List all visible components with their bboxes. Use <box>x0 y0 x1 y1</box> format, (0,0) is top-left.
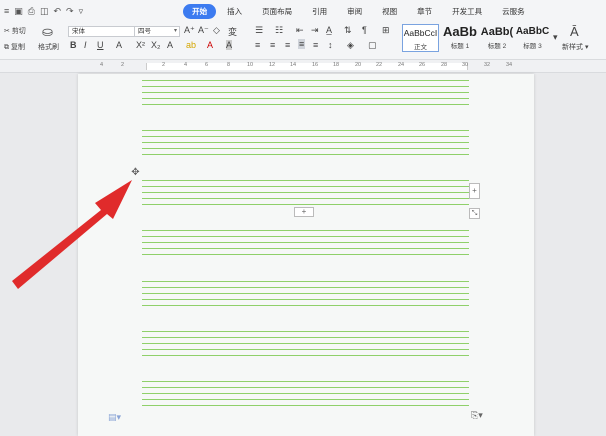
annotation-arrow-icon <box>12 180 132 289</box>
arrow-shape <box>12 180 132 289</box>
